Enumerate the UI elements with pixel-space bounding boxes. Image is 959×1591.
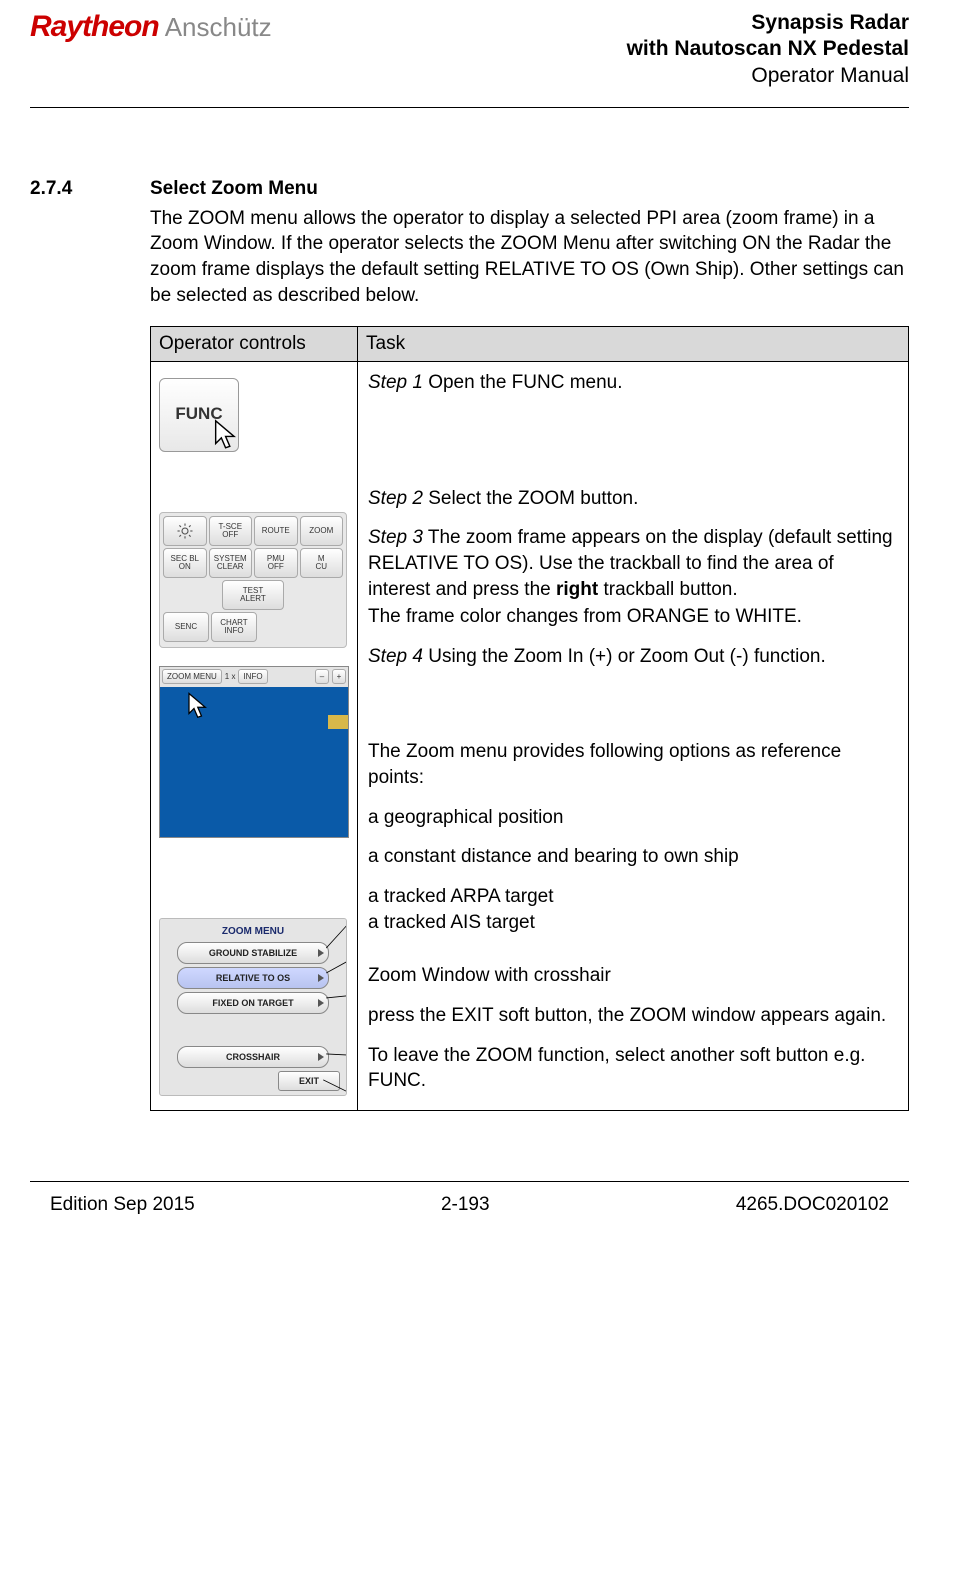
secbl-on-button[interactable]: SEC BL ON (163, 548, 207, 578)
brightness-button[interactable] (163, 516, 207, 546)
doc-title-line1: Synapsis Radar (627, 10, 909, 36)
cursor-icon (210, 418, 244, 459)
section-number: 2.7.4 (30, 178, 120, 200)
zoom-map (160, 687, 348, 837)
info-button[interactable]: INFO (238, 669, 267, 684)
relative-to-os-button[interactable]: RELATIVE TO OS (177, 967, 329, 989)
pmu-off-button[interactable]: PMU OFF (254, 548, 298, 578)
step1-text: Open the FUNC menu. (423, 372, 623, 393)
chevron-right-icon (318, 949, 324, 957)
zoom-menu-title: ZOOM MENU (166, 925, 340, 939)
chevron-right-icon (318, 974, 324, 982)
logo: Raytheon Anschütz (30, 10, 272, 44)
section-title: Select Zoom Menu (150, 178, 318, 200)
exit-text: press the EXIT soft button, the ZOOM win… (368, 1003, 898, 1029)
header-rule (30, 107, 909, 108)
doc-title-line3: Operator Manual (627, 63, 909, 89)
footer-page: 2-193 (441, 1194, 490, 1216)
document-title: Synapsis Radar with Nautoscan NX Pedesta… (627, 10, 909, 89)
zoom-out-button[interactable]: – (315, 669, 329, 684)
func-button[interactable]: FUNC (159, 378, 239, 452)
task-cell: Step 1 Open the FUNC menu. Step 2 Select… (358, 361, 909, 1110)
option-arpa: a tracked ARPA target (368, 884, 898, 910)
brand-raytheon: Raytheon (30, 10, 159, 44)
function-panel: T-SCE OFF ROUTE ZOOM SEC BL ON SYSTEM CL… (159, 512, 347, 648)
test-alert-button[interactable]: TEST ALERT (222, 580, 284, 610)
table-header-task: Task (358, 327, 909, 362)
zoom-menu-chip[interactable]: ZOOM MENU (162, 669, 222, 684)
doc-title-line2: with Nautoscan NX Pedestal (627, 36, 909, 62)
tsce-off-button[interactable]: T-SCE OFF (209, 516, 253, 546)
zoom-window: ZOOM MENU 1 x INFO – + (159, 666, 349, 838)
option-crosshair: Zoom Window with crosshair (368, 963, 898, 989)
footer-edition: Edition Sep 2015 (50, 1194, 195, 1216)
page-footer: Edition Sep 2015 2-193 4265.DOC020102 (30, 1181, 909, 1216)
step3-bold: right (556, 579, 598, 600)
zoom-menu-panel: ZOOM MENU GROUND STABILIZE RELATIVE TO O… (159, 918, 347, 1097)
cursor-icon (184, 691, 214, 729)
step2-text: Select the ZOOM button. (423, 488, 638, 509)
exit-button[interactable]: EXIT (278, 1071, 340, 1091)
step4-label: Step 4 (368, 646, 423, 667)
mcu-button[interactable]: M CU (300, 548, 344, 578)
page-header: Raytheon Anschütz Synapsis Radar with Na… (30, 10, 909, 89)
operator-controls-cell: FUNC T-SCE OFF (151, 361, 358, 1110)
step3-text-post: trackball button. (598, 579, 737, 600)
route-button[interactable]: ROUTE (254, 516, 298, 546)
step3-label: Step 3 (368, 527, 423, 548)
zoom-button[interactable]: ZOOM (300, 516, 344, 546)
task-table: Operator controls Task FUNC (150, 326, 909, 1111)
option-geo: a geographical position (368, 805, 898, 831)
fixed-on-target-button[interactable]: FIXED ON TARGET (177, 992, 329, 1014)
step3-line2: The frame color changes from ORANGE to W… (368, 604, 898, 630)
zoom-scale-label: 1 x (225, 672, 236, 683)
chevron-right-icon (318, 999, 324, 1007)
step2-label: Step 2 (368, 488, 423, 509)
zoom-window-toolbar: ZOOM MENU 1 x INFO – + (160, 667, 348, 687)
section-intro: The ZOOM menu allows the operator to dis… (150, 206, 909, 309)
senc-button[interactable]: SENC (163, 612, 209, 642)
chart-info-button[interactable]: CHART INFO (211, 612, 257, 642)
option-ais: a tracked AIS target (368, 910, 898, 936)
step1-label: Step 1 (368, 372, 423, 393)
ground-stabilize-button[interactable]: GROUND STABILIZE (177, 942, 329, 964)
table-header-controls: Operator controls (151, 327, 358, 362)
option-bearing: a constant distance and bearing to own s… (368, 844, 898, 870)
brand-anschutz: Anschütz (165, 12, 272, 43)
system-clear-button[interactable]: SYSTEM CLEAR (209, 548, 253, 578)
zoom-in-button[interactable]: + (332, 669, 346, 684)
crosshair-button[interactable]: CROSSHAIR (177, 1046, 329, 1068)
step4-text: Using the Zoom In (+) or Zoom Out (-) fu… (423, 646, 826, 667)
chevron-right-icon (318, 1053, 324, 1061)
footer-docno: 4265.DOC020102 (736, 1194, 889, 1216)
options-intro: The Zoom menu provides following options… (368, 739, 898, 790)
leave-text: To leave the ZOOM function, select anoth… (368, 1043, 898, 1094)
